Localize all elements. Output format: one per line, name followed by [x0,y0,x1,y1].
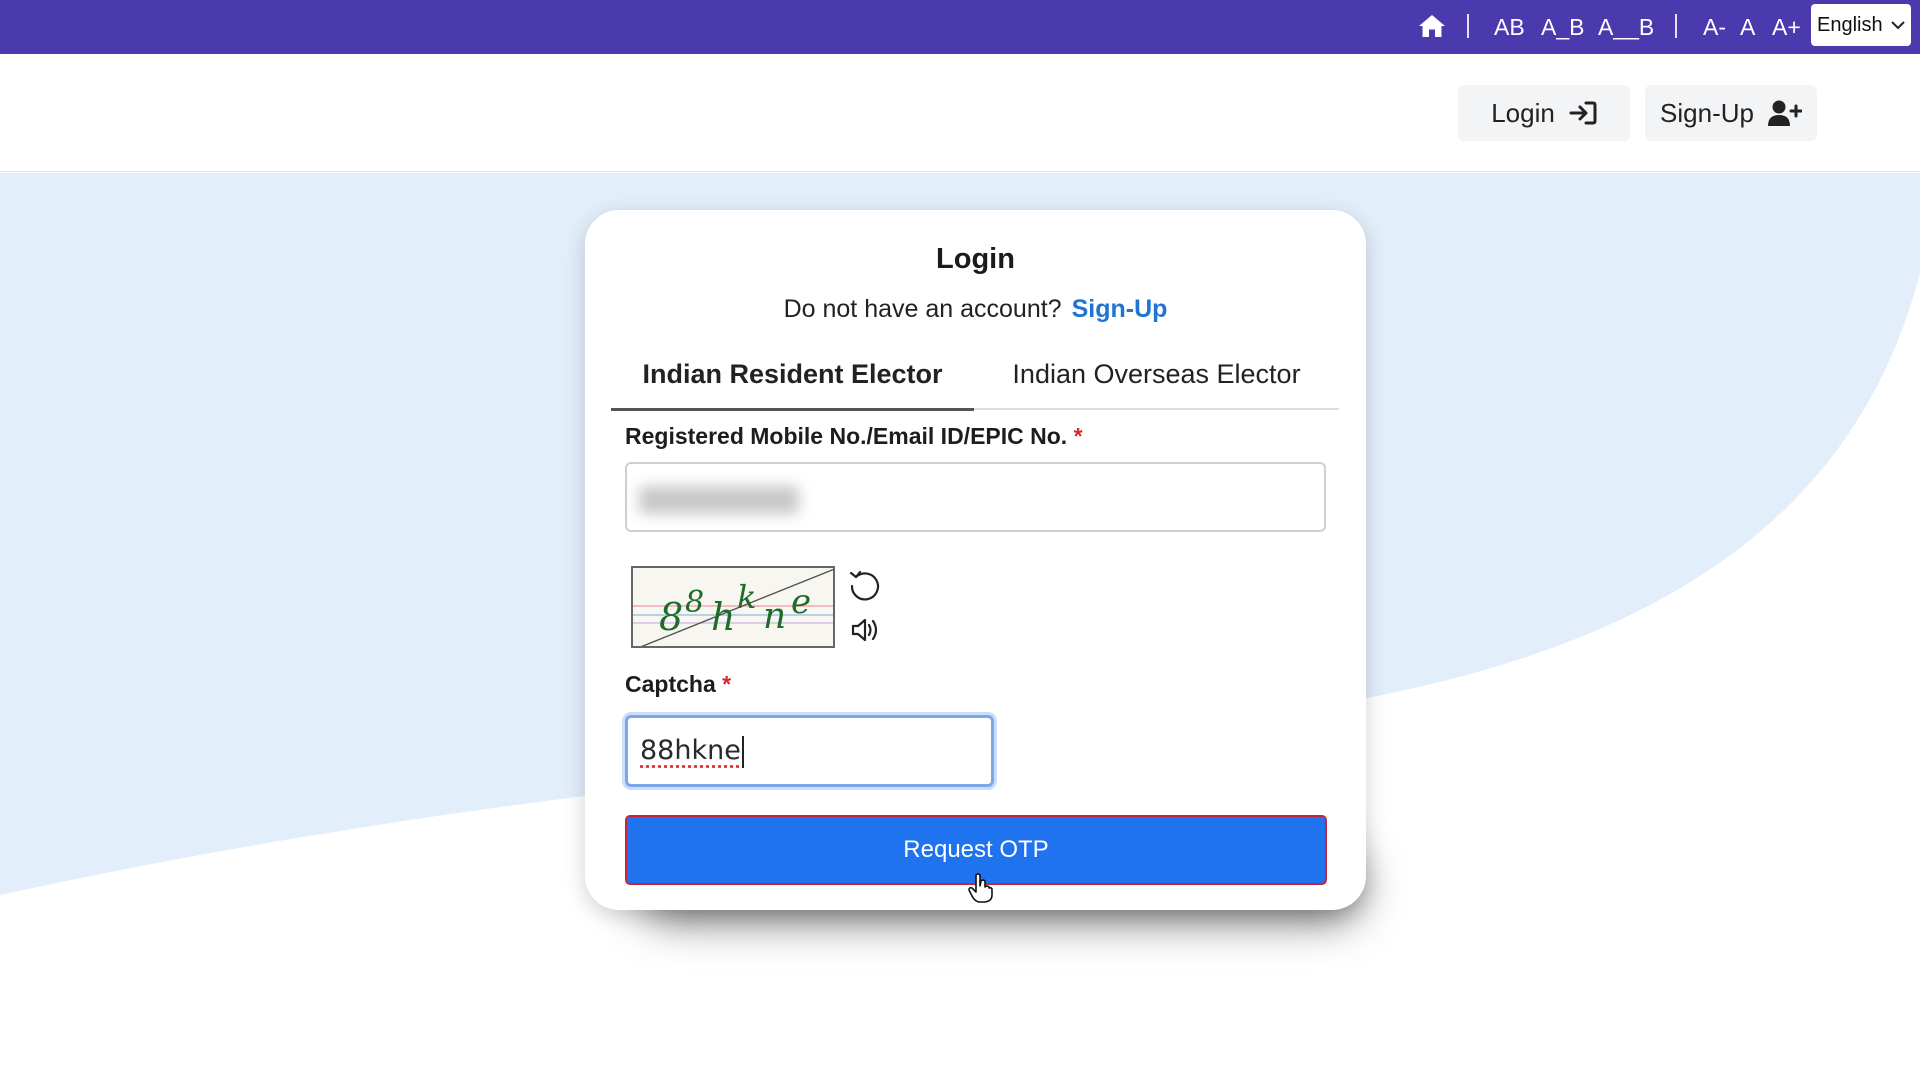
svg-text:k: k [737,578,756,616]
language-select-value: English [1817,14,1883,36]
captcha-graphic: 8 8 h k n e [633,568,833,646]
captcha-label-text: Captcha [625,671,716,697]
svg-text:e: e [791,582,811,622]
user-plus-icon [1767,100,1802,126]
mobile-email-epic-label-text: Registered Mobile No./Email ID/EPIC No. [625,423,1068,449]
topbar-separator [1467,14,1469,38]
topbar-separator [1675,14,1677,38]
svg-text:h: h [711,595,735,639]
language-select[interactable]: English [1811,4,1911,46]
svg-text:8: 8 [659,595,683,639]
required-mark: * [722,671,732,697]
spacing-large-button[interactable]: A__B [1598,14,1654,40]
signup-link[interactable]: Sign-Up [1072,295,1168,323]
login-card: Login Do not have an account? Sign-Up Ind… [585,210,1366,910]
mobile-email-epic-label: Registered Mobile No./Email ID/EPIC No. … [625,423,1083,450]
spacing-medium-button[interactable]: A_B [1541,14,1584,40]
elector-type-tabs: Indian Resident Elector Indian Overseas … [611,338,1339,411]
top-utility-bar: AB A_B A__B A- A A+ English [0,0,1920,54]
svg-text:8: 8 [685,585,704,620]
tab-indian-overseas-elector[interactable]: Indian Overseas Elector [974,338,1339,410]
text-caret [741,735,744,768]
required-mark: * [1073,423,1083,449]
font-normal-button[interactable]: A [1740,14,1755,40]
redacted-input-value [639,486,799,514]
no-account-text: Do not have an account? [783,295,1062,323]
spacing-normal-button[interactable]: AB [1494,14,1525,40]
captcha-input[interactable]: 88hkne [625,715,994,787]
mobile-email-epic-input[interactable] [625,462,1326,532]
chevron-down-icon [1891,21,1905,30]
refresh-icon[interactable] [847,568,883,604]
font-increase-button[interactable]: A+ [1772,14,1801,40]
captcha-label: Captcha * [625,671,731,698]
speaker-icon[interactable] [847,612,883,648]
header-login-label: Login [1491,97,1555,128]
tab-indian-resident-elector[interactable]: Indian Resident Elector [611,338,974,411]
header-signup-button[interactable]: Sign-Up [1645,85,1817,141]
sign-in-icon [1569,101,1597,125]
site-header: Login Sign-Up [0,54,1920,172]
captcha-input-value: 88hkne [640,735,741,766]
header-signup-label: Sign-Up [1660,97,1754,128]
captcha-image: 8 8 h k n e [631,566,835,648]
hand-pointer-icon [968,873,993,903]
svg-text:n: n [763,596,786,637]
header-login-button[interactable]: Login [1458,85,1630,141]
page-title: Login [936,243,1015,275]
home-icon[interactable] [1418,13,1446,39]
signup-prompt: Do not have an account? Sign-Up [585,295,1366,324]
font-decrease-button[interactable]: A- [1703,14,1726,40]
